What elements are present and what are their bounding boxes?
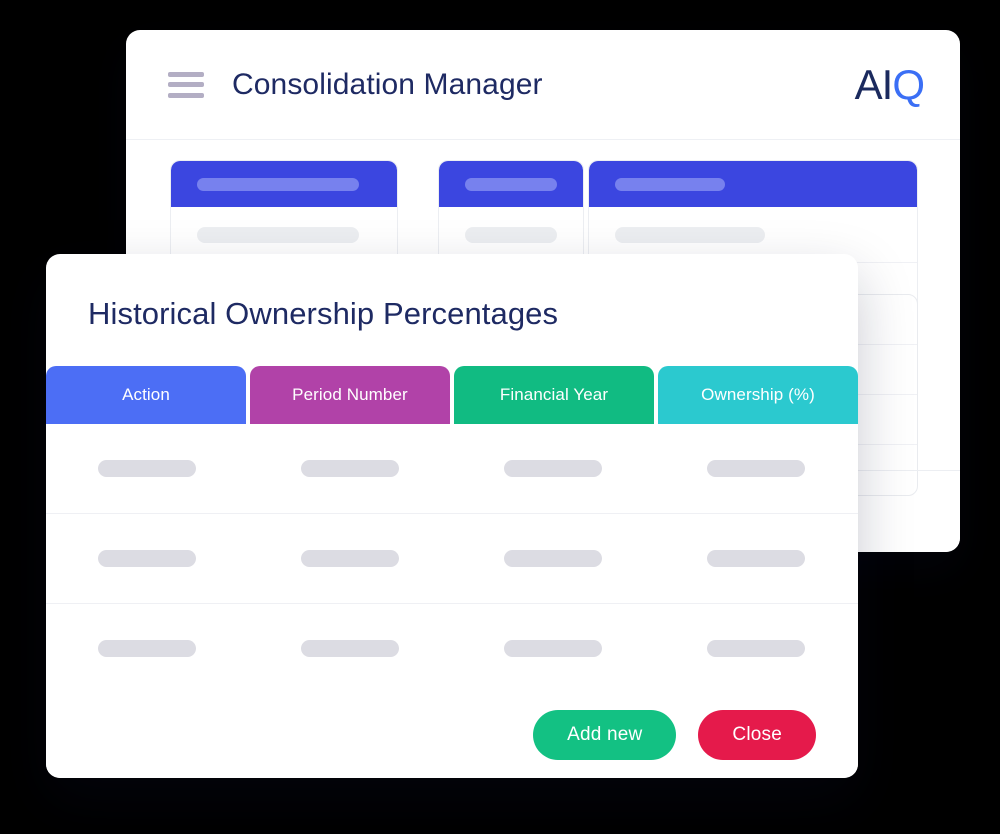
table-cell-period-number[interactable] [249, 549, 452, 567]
page-title: Consolidation Manager [232, 67, 543, 101]
skeleton-bar [197, 226, 359, 243]
app-header: Consolidation Manager AIQ [126, 30, 960, 140]
column-header-action[interactable]: Action [46, 365, 246, 424]
table-cell-financial-year[interactable] [452, 639, 655, 657]
skeleton-card-header [439, 161, 583, 207]
placeholder-bar [707, 459, 805, 477]
table-header-row: Action Period Number Financial Year Owne… [46, 365, 858, 424]
skeleton-card-header [171, 161, 397, 207]
hamburger-bar [168, 92, 204, 98]
column-header-financial-year[interactable]: Financial Year [454, 365, 654, 424]
placeholder-bar [301, 549, 399, 567]
placeholder-bar [504, 549, 602, 567]
logo-text-ai: AI [854, 60, 894, 108]
table-body [46, 423, 858, 692]
skeleton-bar [465, 177, 557, 191]
skeleton-bar [465, 226, 557, 243]
hamburger-bar [168, 82, 204, 87]
table-cell-financial-year[interactable] [452, 459, 655, 477]
table-cell-ownership-percent[interactable] [655, 459, 858, 477]
placeholder-bar [707, 639, 805, 657]
placeholder-bar [301, 639, 399, 657]
modal-title: Historical Ownership Percentages [88, 296, 559, 331]
aiq-logo: AIQ [854, 60, 925, 108]
skeleton-bar [197, 177, 359, 191]
skeleton-card-header [589, 161, 917, 207]
placeholder-bar [504, 639, 602, 657]
table-cell-action[interactable] [46, 459, 249, 477]
placeholder-bar [301, 459, 399, 477]
table-cell-action[interactable] [46, 639, 249, 657]
historical-ownership-modal: Historical Ownership Percentages Action … [46, 254, 858, 778]
table-cell-ownership-percent[interactable] [655, 639, 858, 657]
hamburger-menu-icon[interactable] [168, 71, 204, 98]
skeleton-bar [615, 226, 765, 243]
close-button[interactable]: Close [698, 710, 816, 760]
column-header-period-number[interactable]: Period Number [250, 365, 450, 424]
placeholder-bar [98, 459, 196, 477]
add-new-button[interactable]: Add new [533, 710, 677, 760]
table-cell-period-number[interactable] [249, 639, 452, 657]
table-cell-action[interactable] [46, 549, 249, 567]
skeleton-bar [615, 177, 725, 191]
table-row[interactable] [46, 514, 858, 604]
table-cell-financial-year[interactable] [452, 549, 655, 567]
table-row[interactable] [46, 604, 858, 692]
table-row[interactable] [46, 424, 858, 514]
table-cell-period-number[interactable] [249, 459, 452, 477]
placeholder-bar [98, 639, 196, 657]
logo-text-q: Q [892, 60, 925, 108]
column-header-ownership-percent[interactable]: Ownership (%) [658, 365, 858, 424]
table-cell-ownership-percent[interactable] [655, 549, 858, 567]
modal-footer: Add new Close [46, 692, 858, 778]
placeholder-bar [504, 459, 602, 477]
screenshot-stage: Consolidation Manager AIQ Historical Own… [0, 0, 1000, 834]
placeholder-bar [707, 549, 805, 567]
placeholder-bar [98, 549, 196, 567]
hamburger-bar [168, 71, 204, 77]
